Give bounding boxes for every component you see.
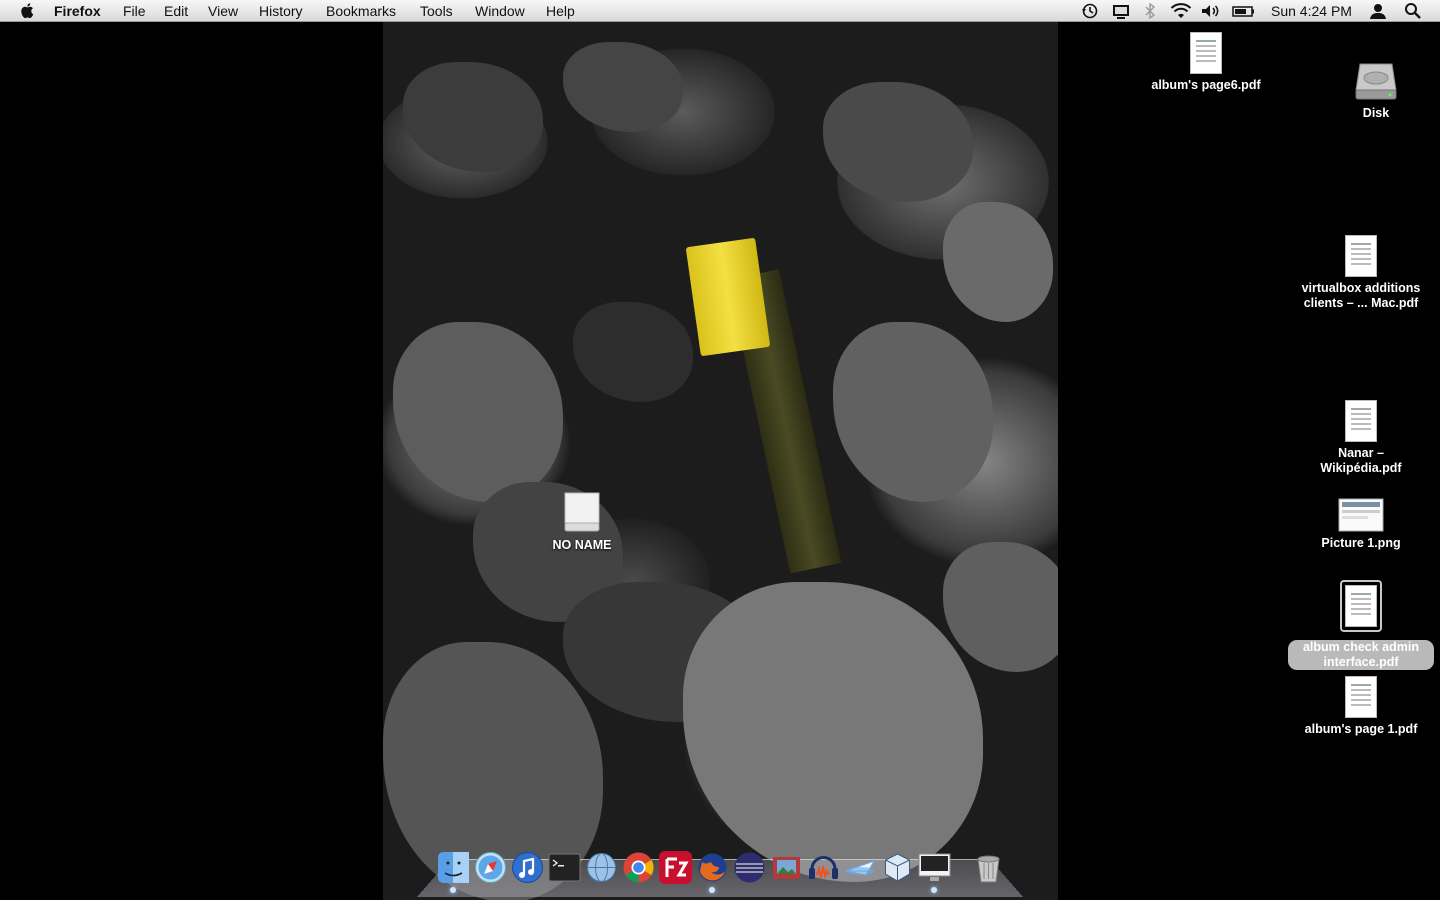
- firefox-icon: [698, 853, 727, 882]
- chrome-icon: [623, 852, 654, 883]
- user-icon[interactable]: [1369, 2, 1387, 20]
- dock-mail[interactable]: [844, 851, 877, 884]
- network-utility-icon: [587, 853, 616, 882]
- dock-finder[interactable]: [437, 851, 470, 893]
- desktop-icon-label: Nanar – Wikipédia.pdf: [1320, 446, 1402, 475]
- dock-firefox[interactable]: [696, 851, 729, 893]
- removable-drive-icon: [564, 492, 600, 532]
- filezilla-icon: [660, 852, 691, 883]
- spotlight-icon[interactable]: [1404, 2, 1422, 20]
- running-indicator: [709, 887, 715, 893]
- desktop-icon-disk[interactable]: Disk: [1326, 60, 1426, 121]
- photo-booth-icon: [773, 857, 800, 879]
- desktop-icon-album-page1[interactable]: album's page 1.pdf: [1296, 676, 1426, 737]
- dock-itunes[interactable]: [511, 851, 544, 884]
- menu-bar: Firefox File Edit View History Bookmarks…: [0, 0, 1440, 22]
- desktop-icon-label: Disk: [1362, 106, 1390, 120]
- dock-safari[interactable]: [474, 851, 507, 884]
- virtualbox-icon: [885, 853, 910, 882]
- desktop-icon-picture-png[interactable]: Picture 1.png: [1301, 498, 1421, 551]
- desktop-icon-album-page6[interactable]: album's page6.pdf: [1141, 32, 1271, 93]
- desktop-icon-album-check-admin[interactable]: album check admin interface.pdf: [1288, 580, 1434, 670]
- menu-window[interactable]: Window: [475, 3, 525, 19]
- dock-audacity[interactable]: [807, 851, 840, 884]
- hard-drive-icon: [1355, 63, 1397, 100]
- pdf-file-icon: [1345, 676, 1377, 718]
- time-machine-icon[interactable]: [1081, 2, 1099, 20]
- desktop-icon-nanar-pdf[interactable]: Nanar – Wikipédia.pdf: [1301, 400, 1421, 476]
- dock-eclipse[interactable]: [733, 851, 766, 884]
- bluetooth-icon[interactable]: [1144, 2, 1156, 20]
- itunes-icon: [512, 852, 543, 883]
- desktop-icon-label: album check admin interface.pdf: [1288, 640, 1434, 670]
- eclipse-icon: [734, 852, 765, 883]
- terminal-icon: [548, 853, 581, 882]
- selection-highlight: [1340, 580, 1382, 632]
- menu-bookmarks[interactable]: Bookmarks: [326, 3, 396, 19]
- desktop-wallpaper: [383, 22, 1058, 900]
- desktop-icon-label: album's page6.pdf: [1151, 78, 1261, 92]
- dock-trash[interactable]: [972, 851, 1005, 884]
- screen-sharing-icon: [918, 853, 951, 881]
- marker-post-top: [685, 237, 771, 357]
- apple-menu-icon[interactable]: [19, 2, 36, 19]
- desktop-icon-label: NO NAME: [552, 538, 612, 552]
- menu-file[interactable]: File: [123, 3, 146, 19]
- png-file-icon: [1338, 498, 1384, 532]
- dock-chrome[interactable]: [622, 851, 655, 884]
- dock-network-utility[interactable]: [585, 851, 618, 884]
- audacity-icon: [809, 856, 838, 880]
- desktop-icon-no-name[interactable]: NO NAME: [532, 490, 632, 553]
- desktop-icon-label: virtualbox additions clients – ... Mac.p…: [1301, 281, 1421, 310]
- running-indicator: [931, 887, 937, 893]
- dock-terminal[interactable]: [548, 851, 581, 884]
- menu-clock[interactable]: Sun 4:24 PM: [1271, 3, 1352, 19]
- menu-view[interactable]: View: [208, 3, 238, 19]
- dock-photo-booth[interactable]: [770, 851, 803, 884]
- menu-help[interactable]: Help: [546, 3, 575, 19]
- pdf-file-icon: [1345, 400, 1377, 442]
- pdf-file-icon: [1345, 235, 1377, 277]
- pdf-file-icon: [1190, 32, 1222, 74]
- dock-virtualbox[interactable]: [881, 851, 914, 884]
- menu-history[interactable]: History: [259, 3, 303, 19]
- safari-icon: [475, 852, 506, 883]
- finder-icon: [438, 852, 469, 883]
- mail-icon: [844, 860, 876, 876]
- trash-icon: [977, 855, 1000, 883]
- menu-app-firefox[interactable]: Firefox: [54, 3, 101, 19]
- running-indicator: [450, 887, 456, 893]
- pdf-file-icon: [1345, 585, 1377, 627]
- menu-tools[interactable]: Tools: [420, 3, 453, 19]
- menu-edit[interactable]: Edit: [164, 3, 188, 19]
- display-icon[interactable]: [1111, 2, 1131, 20]
- desktop-icon-label: album's page 1.pdf: [1304, 722, 1418, 736]
- volume-icon[interactable]: [1200, 2, 1220, 20]
- dock-screen-sharing[interactable]: [918, 851, 951, 893]
- wifi-icon[interactable]: [1170, 2, 1192, 20]
- dock-filezilla[interactable]: [659, 851, 692, 884]
- desktop-icon-label: Picture 1.png: [1321, 536, 1401, 550]
- desktop-icon-virtualbox-pdf[interactable]: virtualbox additions clients – ... Mac.p…: [1291, 235, 1431, 311]
- battery-icon[interactable]: [1232, 2, 1256, 20]
